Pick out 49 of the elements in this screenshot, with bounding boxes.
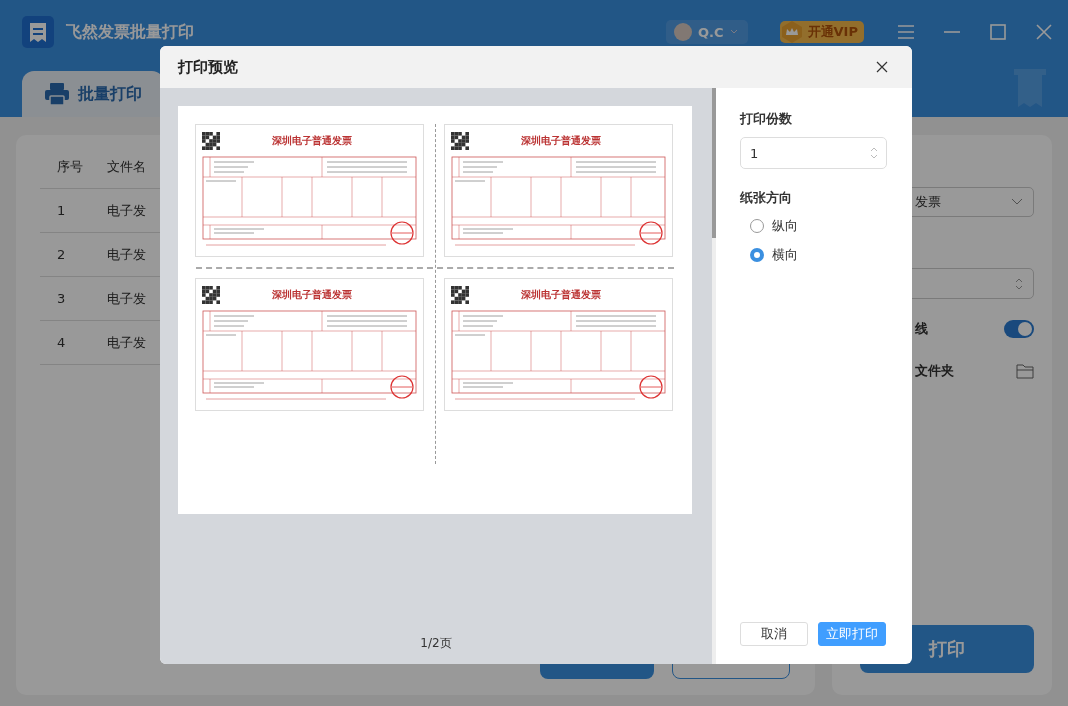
maximize-icon[interactable] xyxy=(988,22,1008,42)
table-cell-text: 2 xyxy=(56,247,67,262)
page-indicator: 1/2页 xyxy=(420,635,452,652)
printer-icon xyxy=(44,82,70,106)
dropdown-value: 发票 xyxy=(915,193,941,211)
table-cell-text: 1 xyxy=(56,203,67,218)
field-label: 打印份数 xyxy=(740,110,793,128)
vip-button[interactable]: 开通VIP xyxy=(779,21,864,43)
invoice-title: 深圳电子普通发票 xyxy=(272,134,352,148)
table-cell: 电子发 xyxy=(107,289,146,308)
radio-button[interactable] xyxy=(750,248,764,262)
user-name: Q.C xyxy=(698,24,724,40)
print-now-button[interactable]: 立即打印 xyxy=(818,622,886,646)
qr-code-icon xyxy=(202,286,220,304)
caret-icon xyxy=(729,29,738,35)
table-cell: 电子发 xyxy=(107,333,146,352)
app-logo-icon xyxy=(22,16,54,48)
app-title: 飞然发票批量打印 xyxy=(66,21,194,43)
toggle-switch[interactable] xyxy=(1004,320,1034,338)
spinner-icon[interactable] xyxy=(1015,276,1023,291)
crown-icon xyxy=(779,20,804,44)
invoice-title: 深圳电子普通发票 xyxy=(521,134,601,148)
qr-code-icon xyxy=(202,132,220,150)
folder-label: 文件夹 xyxy=(915,362,954,380)
toggle-label: 线 xyxy=(915,320,928,338)
table-cell-text: 3 xyxy=(56,291,67,306)
column-header: 序号 xyxy=(56,157,84,176)
invoice-title: 深圳电子普通发票 xyxy=(272,288,352,302)
radio-button[interactable] xyxy=(750,219,764,233)
radio-label: 横向 xyxy=(772,246,798,264)
qr-code-icon xyxy=(451,286,469,304)
spinner-icon[interactable] xyxy=(870,146,878,160)
column-header: 文件名 xyxy=(107,157,146,176)
copies-field[interactable]: 1 xyxy=(740,137,887,169)
chevron-down-icon xyxy=(1011,198,1023,206)
dialog-title: 打印预览 xyxy=(178,57,238,77)
scrollbar-thumb[interactable] xyxy=(712,88,716,238)
close-icon[interactable] xyxy=(876,61,888,73)
field-label: 纸张方向 xyxy=(740,189,793,207)
folder-icon[interactable] xyxy=(1016,363,1034,379)
table-cell: 电子发 xyxy=(107,245,146,264)
qr-code-icon xyxy=(451,132,469,150)
cancel-button[interactable]: 取消 xyxy=(740,622,808,646)
radio-label: 纵向 xyxy=(772,217,798,235)
avatar xyxy=(674,23,693,41)
invoice-title: 深圳电子普通发票 xyxy=(521,288,601,302)
table-cell: 电子发 xyxy=(107,201,146,220)
table-cell-text: 4 xyxy=(56,335,67,350)
menu-icon[interactable] xyxy=(896,22,916,42)
